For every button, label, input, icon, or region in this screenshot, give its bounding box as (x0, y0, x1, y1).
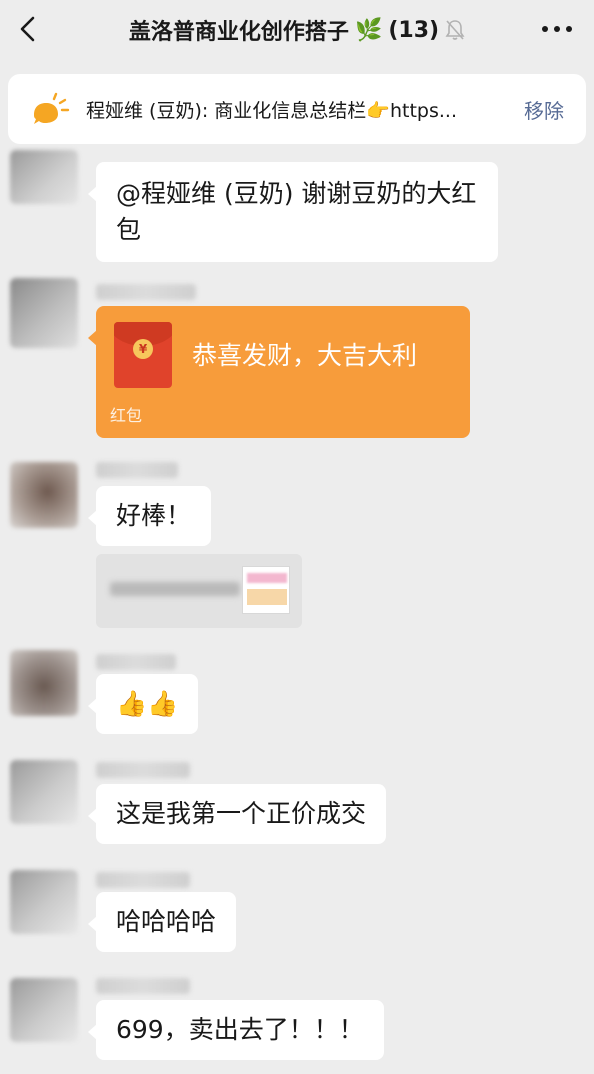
sender-name (96, 462, 178, 478)
message-bubble[interactable]: 这是我第一个正价成交 (87, 784, 387, 844)
ellipsis-dot (554, 26, 560, 32)
avatar[interactable] (10, 150, 78, 204)
message-bubble[interactable]: 哈哈哈哈 (87, 892, 237, 952)
red-envelope-icon: ¥ (114, 322, 172, 388)
message-bubble[interactable]: 699，卖出去了！！！ (88, 1000, 384, 1060)
avatar[interactable] (10, 650, 78, 716)
leaf-emoji: 🌿 (354, 17, 383, 43)
member-count: (13) (388, 17, 440, 43)
message-bubble[interactable]: 👍👍 (87, 674, 199, 734)
avatar[interactable] (10, 462, 78, 528)
message-bubble[interactable]: 好棒！ (87, 486, 212, 546)
sender-name (96, 654, 176, 670)
ellipsis-icon (542, 26, 548, 32)
message-text: @程娅维 (豆奶) 谢谢豆奶的大红包 (116, 179, 477, 244)
chat-title: 盖洛普商业化创作搭子 🌿 (13) (129, 14, 465, 46)
avatar[interactable] (10, 760, 78, 824)
avatar[interactable] (10, 278, 78, 348)
quoted-thumbnail (242, 566, 290, 614)
ellipsis-dot (566, 26, 572, 32)
message-text: 699，卖出去了！！！ (116, 1015, 364, 1044)
red-packet-title: 恭喜发财，大吉大利 (192, 341, 418, 370)
message-text: 这是我第一个正价成交 (116, 799, 367, 828)
chevron-left-icon[interactable] (14, 14, 44, 44)
group-name: 盖洛普商业化创作搭子 (128, 20, 349, 45)
yen-coin-icon: ¥ (133, 339, 153, 359)
pinned-message-bar[interactable]: 程娅维 (豆奶): 商业化信息总结栏👉https... 移除 (8, 74, 586, 144)
sender-name (96, 978, 190, 994)
red-packet[interactable]: ¥ 恭喜发财，大吉大利 红包 (88, 306, 470, 438)
message-bubble[interactable]: @程娅维 (豆奶) 谢谢豆奶的大红包 (88, 162, 498, 262)
bell-off-icon (445, 20, 465, 40)
red-packet-label: 红包 (110, 406, 143, 425)
thumbnail-block (247, 589, 287, 605)
message-text: 哈哈哈哈 (116, 907, 217, 936)
quoted-message[interactable] (96, 554, 302, 628)
sender-name (96, 284, 196, 300)
chat-header: 盖洛普商业化创作搭子 🌿 (13) (0, 0, 594, 60)
sun-speech-bubble-icon (34, 92, 70, 124)
sender-name (96, 762, 190, 778)
message-text: 👍👍 (116, 689, 179, 718)
thumbnail-band (247, 573, 287, 583)
quoted-text (110, 582, 240, 596)
sender-name (96, 872, 190, 888)
pinned-text: 程娅维 (豆奶): 商业化信息总结栏👉https... (86, 99, 457, 122)
message-text: 好棒！ (116, 501, 192, 530)
more-options-button[interactable] (542, 24, 572, 34)
remove-pin-button[interactable]: 移除 (524, 95, 564, 124)
avatar[interactable] (10, 870, 78, 934)
avatar[interactable] (10, 978, 78, 1042)
